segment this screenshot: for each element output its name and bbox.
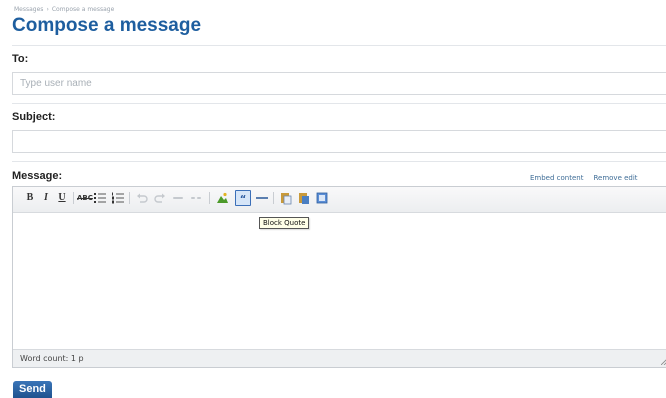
subject-label: Subject: [12,111,56,123]
breadcrumb-separator: › [46,6,49,13]
image-icon[interactable] [215,191,229,205]
to-input[interactable] [12,72,666,95]
bold-icon[interactable]: B [23,191,37,205]
message-body[interactable] [13,213,666,349]
ordered-list-icon[interactable] [111,191,125,205]
horizontal-rule-icon[interactable] [255,191,269,205]
breadcrumb-item-messages[interactable]: Messages [14,6,43,13]
block-quote-icon[interactable]: “ [235,190,251,206]
message-label: Message: [12,170,63,182]
editor-links: Embed content Remove edit [530,174,638,182]
paste-text-icon[interactable] [297,191,311,205]
tooltip-block-quote: Block Quote [259,217,310,229]
page-title: Compose a message [12,15,202,36]
svg-text:“: “ [240,194,247,205]
divider [12,161,666,162]
paste-icon[interactable] [279,191,293,205]
breadcrumb: Messages › Compose a message [14,6,114,13]
send-button[interactable]: Send [13,381,52,398]
toolbar-separator [209,192,210,204]
editor-statusbar: Word count: 1 p [13,349,666,367]
rich-text-editor: B I U ABC “ Word count: 1 p [12,186,666,368]
to-label: To: [12,53,29,65]
subject-input[interactable] [12,130,666,153]
strikethrough-icon[interactable]: ABC [77,191,93,205]
embed-content-link[interactable]: Embed content [530,174,583,182]
unlink-icon[interactable] [189,191,203,205]
toolbar-separator [273,192,274,204]
word-count: Word count: 1 p [20,354,84,363]
toolbar-separator [73,192,74,204]
editor-toolbar: B I U ABC “ [13,187,666,213]
resize-handle-icon[interactable] [661,357,666,365]
breadcrumb-item-current: Compose a message [51,6,115,13]
underline-icon[interactable]: U [55,191,69,205]
remove-editor-link[interactable]: Remove edit [593,174,637,182]
divider [12,45,666,46]
compose-page: Messages › Compose a message Compose a mes… [0,0,666,398]
link-icon[interactable] [171,191,185,205]
divider [12,103,666,104]
undo-icon[interactable] [135,191,149,205]
italic-icon[interactable]: I [39,191,53,205]
paste-word-icon[interactable] [315,191,329,205]
redo-icon[interactable] [153,191,167,205]
toolbar-separator [129,192,130,204]
unordered-list-icon[interactable] [93,191,107,205]
